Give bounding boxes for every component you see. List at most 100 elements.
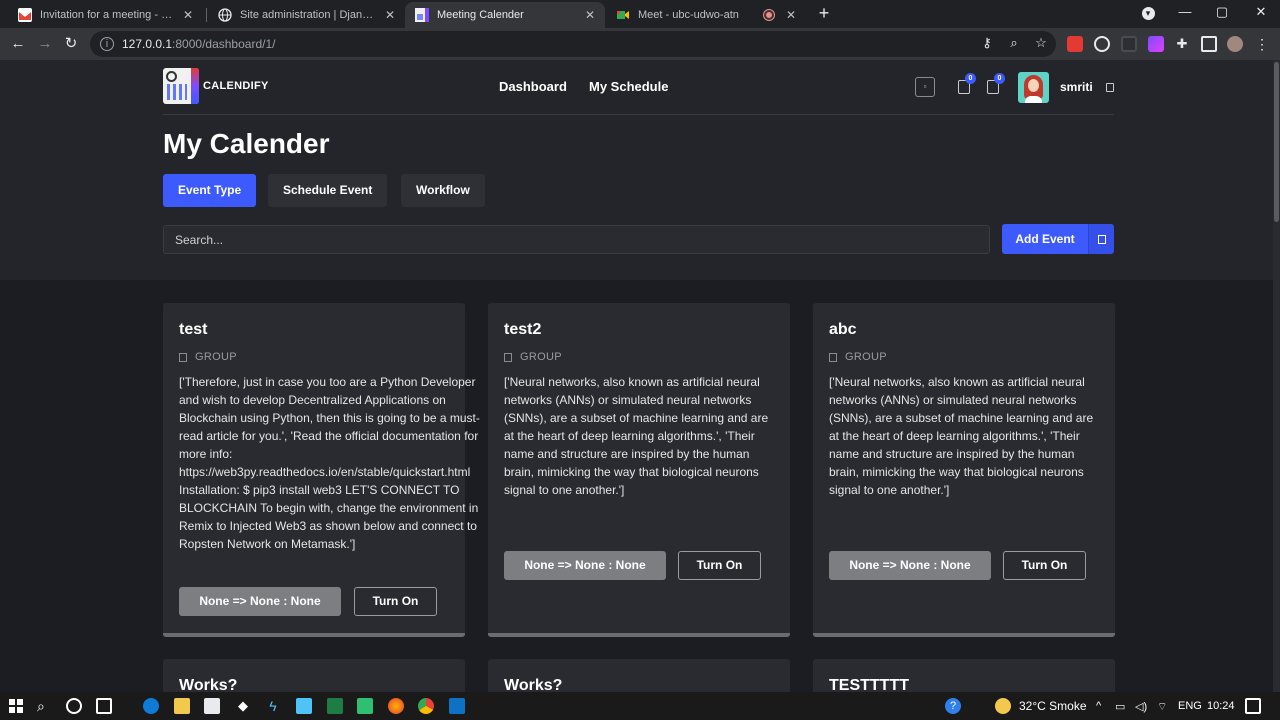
browser-tab-meet[interactable]: Meet - ubc-udwo-atn ✕ [606, 2, 806, 28]
tab-label: Meet - ubc-udwo-atn [638, 9, 739, 21]
tab-search-icon[interactable]: ▾ [1133, 4, 1163, 20]
address-bar[interactable]: i 127.0.0.1:8000/dashboard/1/ ⚷ ⌕ ☆ [90, 31, 1056, 57]
wifi-icon[interactable]: ⌔ [1157, 700, 1167, 714]
maximize-icon[interactable]: ▢ [1207, 4, 1237, 20]
close-tab-icon[interactable]: ✕ [385, 8, 395, 22]
tab-event-type[interactable]: Event Type [163, 174, 257, 207]
group-label: GROUP [179, 351, 237, 363]
event-card[interactable]: test GROUP ['Therefore, just in case you… [163, 303, 480, 637]
event-card[interactable]: Works? [488, 659, 790, 692]
bookmark-star-icon[interactable]: ☆ [1032, 35, 1050, 51]
profile-avatar-icon[interactable] [1227, 36, 1243, 52]
windows-start-icon[interactable] [8, 698, 24, 714]
tab-label: Meeting Calender [437, 9, 524, 21]
nav-dashboard-link[interactable]: Dashboard [499, 79, 567, 94]
battery-icon[interactable]: ▭ [1115, 700, 1125, 713]
workflow-status-button[interactable]: None => None : None [829, 551, 991, 580]
tray-chevron-icon[interactable]: ^ [1096, 700, 1101, 712]
notification-center-icon[interactable] [1245, 698, 1261, 714]
globe-icon [218, 8, 232, 22]
avatar[interactable] [1018, 72, 1049, 103]
search-input[interactable] [163, 225, 990, 254]
extension-screen-icon[interactable] [1121, 36, 1137, 52]
event-title: TESTTTTT [829, 677, 909, 692]
workflow-status-button[interactable]: None => None : None [504, 551, 666, 580]
back-icon[interactable]: ← [8, 34, 28, 54]
add-event-button[interactable]: Add Event [1002, 224, 1088, 254]
close-window-icon[interactable]: ✕ [1246, 4, 1276, 20]
event-title: test [179, 321, 208, 338]
clock-time[interactable]: 10:24 [1207, 700, 1235, 712]
browser-toolbar: ← → ↻ i 127.0.0.1:8000/dashboard/1/ ⚷ ⌕ … [0, 28, 1280, 60]
group-label: GROUP [504, 351, 562, 363]
extensions-puzzle-icon[interactable]: ✚ [1174, 36, 1190, 52]
weather-text[interactable]: 32°C Smoke [1019, 699, 1087, 713]
turn-on-button[interactable]: Turn On [678, 551, 761, 580]
weather-icon[interactable] [995, 698, 1011, 714]
browser-tab-meeting-calender[interactable]: Meeting Calender ✕ [405, 2, 605, 28]
event-title: test2 [504, 321, 542, 338]
volume-icon[interactable]: ◁) [1135, 700, 1147, 713]
event-card[interactable]: Works? [163, 659, 465, 692]
key-icon[interactable]: ⚷ [978, 35, 996, 51]
username[interactable]: smriti [1060, 80, 1093, 94]
group-icon [504, 352, 512, 362]
close-tab-icon[interactable]: ✕ [585, 8, 595, 22]
vscode-icon[interactable] [449, 698, 465, 714]
firefox-icon[interactable] [388, 698, 404, 714]
lightning-app-icon[interactable]: ϟ [265, 698, 281, 714]
extension-gear-icon[interactable] [1094, 36, 1110, 52]
event-card[interactable]: test2 GROUP ['Neural networks, also know… [488, 303, 790, 637]
tab-schedule-event[interactable]: Schedule Event [268, 174, 388, 207]
file-explorer-icon[interactable] [174, 698, 190, 714]
browser-tab-gmail[interactable]: Invitation for a meeting - aayush ✕ [8, 2, 203, 28]
image-app-icon[interactable] [357, 698, 373, 714]
excel-icon[interactable] [327, 698, 343, 714]
cortana-icon[interactable] [66, 698, 82, 714]
event-card[interactable]: TESTTTTT [813, 659, 1115, 692]
extension-purple-icon[interactable] [1148, 36, 1164, 52]
add-event-dropdown-icon[interactable] [1088, 224, 1114, 254]
meet-icon [616, 8, 630, 22]
reload-icon[interactable]: ↻ [61, 34, 81, 54]
turn-on-button[interactable]: Turn On [1003, 551, 1086, 580]
edge-icon[interactable] [143, 698, 159, 714]
zoom-icon[interactable]: ⌕ [1005, 35, 1023, 51]
language-indicator[interactable]: ENG [1178, 700, 1202, 712]
page-scrollbar[interactable] [1273, 60, 1280, 692]
browser-menu-icon[interactable]: ⋮ [1254, 36, 1270, 52]
mail-icon[interactable] [296, 698, 312, 714]
tab-label: Invitation for a meeting - aayush [40, 9, 177, 21]
close-tab-icon[interactable]: ✕ [183, 8, 193, 22]
chrome-icon[interactable] [418, 698, 434, 714]
workflow-status-button[interactable]: None => None : None [179, 587, 341, 616]
dropbox-icon[interactable]: ◆ [235, 698, 251, 714]
forward-icon[interactable]: → [35, 34, 55, 54]
minimize-icon[interactable]: — [1170, 4, 1200, 19]
brand-name[interactable]: CALENDIFY [203, 80, 269, 92]
extension-icon[interactable] [1067, 36, 1083, 52]
close-tab-icon[interactable]: ✕ [786, 8, 796, 22]
calendify-logo[interactable] [163, 68, 199, 104]
theme-toggle-icon[interactable]: ▫ [915, 77, 935, 97]
store-icon[interactable] [204, 698, 220, 714]
tab-workflow[interactable]: Workflow [401, 174, 485, 207]
calendar-icon [415, 8, 429, 22]
turn-on-button[interactable]: Turn On [354, 587, 437, 616]
app-navbar: CALENDIFY Dashboard My Schedule ▫ 0 0 sm… [163, 60, 1114, 115]
search-icon[interactable]: ⌕ [37, 698, 53, 714]
cast-icon[interactable] [1201, 36, 1217, 52]
event-title: abc [829, 321, 857, 338]
user-menu-icon[interactable] [1106, 83, 1114, 92]
event-description: ['Neural networks, also known as artific… [829, 375, 1094, 497]
browser-tab-django[interactable]: Site administration | Django site ✕ [208, 2, 405, 28]
site-info-icon[interactable]: i [100, 37, 114, 51]
task-view-icon[interactable] [96, 698, 112, 714]
card-bottom-bar [813, 633, 1115, 637]
new-tab-button[interactable]: + [814, 4, 834, 24]
event-card[interactable]: abc GROUP ['Neural networks, also known … [813, 303, 1115, 637]
url-host: 127.0.0.1 [122, 37, 173, 51]
event-description: ['Neural networks, also known as artific… [504, 375, 769, 497]
help-icon[interactable]: ? [945, 698, 961, 714]
nav-my-schedule-link[interactable]: My Schedule [589, 79, 668, 94]
